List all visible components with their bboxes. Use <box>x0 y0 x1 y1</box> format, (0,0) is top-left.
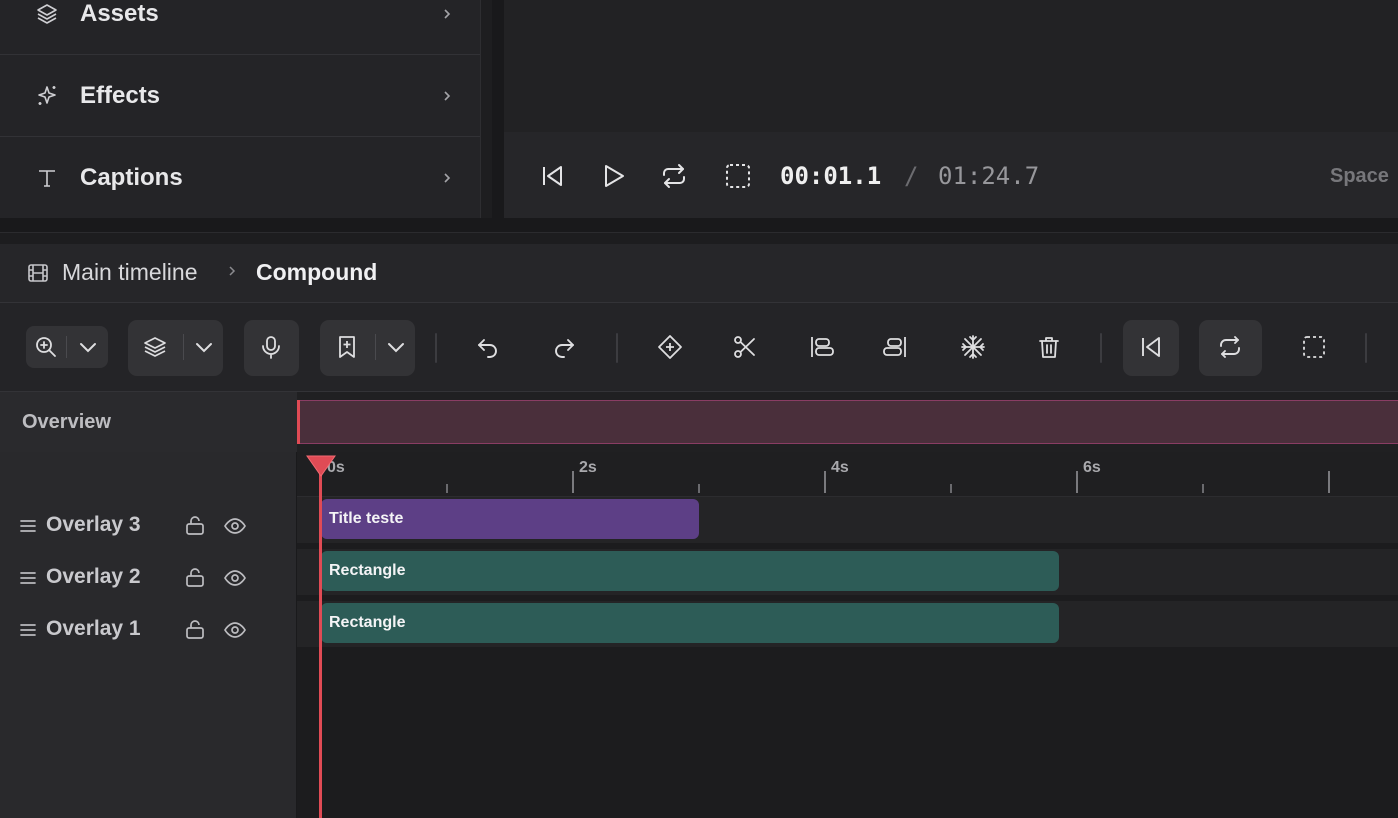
ruler-tick <box>446 484 448 493</box>
skip-start-icon[interactable] <box>1138 334 1164 360</box>
unlock-icon[interactable] <box>184 618 206 640</box>
ruler-tick <box>950 484 952 493</box>
playhead-handle-icon[interactable] <box>306 455 336 477</box>
overview-label: Overview <box>22 411 111 433</box>
align-right-icon[interactable] <box>882 334 908 360</box>
loop-icon[interactable] <box>659 161 689 191</box>
toolbar-separator <box>435 333 437 363</box>
breadcrumb-current: Compound <box>256 259 378 285</box>
ruler-tick <box>698 484 700 493</box>
eye-icon[interactable] <box>223 566 247 590</box>
track-name: Overlay 3 <box>46 513 141 536</box>
align-left-icon[interactable] <box>809 334 835 360</box>
eye-icon[interactable] <box>223 514 247 538</box>
clip-label: Title teste <box>329 510 404 527</box>
film-icon <box>27 262 49 284</box>
skip-back-icon[interactable] <box>537 161 567 191</box>
side-item-label: Effects <box>80 82 161 109</box>
breadcrumb <box>0 244 1398 303</box>
playhead[interactable] <box>319 470 322 818</box>
overview-track[interactable] <box>297 400 1398 444</box>
toolbar-separator <box>1100 333 1102 363</box>
chevron-right-icon <box>440 7 454 21</box>
drag-handle-icon[interactable] <box>19 569 37 587</box>
clip-label: Rectangle <box>329 562 406 579</box>
group-separator <box>375 334 376 360</box>
current-time: 00:01.1 <box>780 162 882 190</box>
side-item-label: Assets <box>80 0 159 27</box>
play-icon[interactable] <box>598 161 628 191</box>
side-item-captions[interactable]: Captions <box>0 138 480 219</box>
track-header-overlay-1[interactable]: Overlay 1 <box>0 605 296 655</box>
ruler-label: 2s <box>579 459 597 476</box>
clip-rectangle[interactable]: Rectangle <box>321 603 1059 643</box>
ruler-tick <box>572 471 574 493</box>
side-item-assets[interactable]: Assets <box>0 0 480 55</box>
track-header-overlay-3[interactable]: Overlay 3 <box>0 501 296 551</box>
panel-resize-handle[interactable] <box>0 218 1398 232</box>
microphone-icon[interactable] <box>258 334 284 360</box>
track-name: Overlay 1 <box>46 617 141 640</box>
freeze-icon[interactable] <box>960 334 986 360</box>
chevron-down-icon[interactable] <box>191 334 217 360</box>
ruler-tick <box>1328 471 1330 493</box>
unlock-icon[interactable] <box>184 566 206 588</box>
scissors-icon[interactable] <box>732 334 758 360</box>
unlock-icon[interactable] <box>184 514 206 536</box>
eye-icon[interactable] <box>223 618 247 642</box>
ruler-label: 4s <box>831 459 849 476</box>
toolbar-separator <box>616 333 618 363</box>
layers-icon <box>35 2 59 26</box>
zoom-in-icon[interactable] <box>33 334 59 360</box>
chevron-right-icon <box>440 171 454 185</box>
layers-icon[interactable] <box>142 334 168 360</box>
shortcut-hint: Space <box>1330 165 1389 187</box>
side-item-label: Captions <box>80 164 183 191</box>
time-separator: / <box>904 162 919 190</box>
side-item-effects[interactable]: Effects <box>0 56 480 137</box>
ruler-tick <box>1202 484 1204 493</box>
video-preview <box>504 0 1398 132</box>
chevron-right-icon <box>226 265 238 277</box>
ruler-tick <box>824 471 826 493</box>
trash-icon[interactable] <box>1036 334 1062 360</box>
ruler-tick <box>1076 471 1078 493</box>
redo-icon[interactable] <box>551 334 577 360</box>
selection-icon[interactable] <box>1301 334 1327 360</box>
sparkles-icon <box>35 84 59 108</box>
group-separator <box>183 334 184 360</box>
track-header-overlay-2[interactable]: Overlay 2 <box>0 553 296 603</box>
ruler-label: 6s <box>1083 459 1101 476</box>
bookmark-add-icon[interactable] <box>334 334 360 360</box>
panel-divider[interactable] <box>492 0 504 218</box>
chevron-down-icon[interactable] <box>75 334 101 360</box>
loop-icon[interactable] <box>1217 334 1243 360</box>
clip-label: Rectangle <box>329 614 406 631</box>
selection-icon[interactable] <box>723 161 753 191</box>
toolbar-separator <box>1365 333 1367 363</box>
text-icon <box>35 166 59 190</box>
total-time: 01:24.7 <box>938 162 1040 190</box>
chevron-right-icon <box>440 89 454 103</box>
track-name: Overlay 2 <box>46 565 141 588</box>
drag-handle-icon[interactable] <box>19 621 37 639</box>
side-panel: Assets Effects Captions <box>0 0 481 219</box>
drag-handle-icon[interactable] <box>19 517 37 535</box>
clip-rectangle[interactable]: Rectangle <box>321 551 1059 591</box>
breadcrumb-root[interactable]: Main timeline <box>62 259 198 286</box>
keyframe-add-icon[interactable] <box>657 334 683 360</box>
undo-icon[interactable] <box>475 334 501 360</box>
chevron-down-icon[interactable] <box>383 334 409 360</box>
clip-title[interactable]: Title teste <box>321 499 699 539</box>
group-separator <box>66 336 67 358</box>
overview-playhead[interactable] <box>297 400 300 444</box>
